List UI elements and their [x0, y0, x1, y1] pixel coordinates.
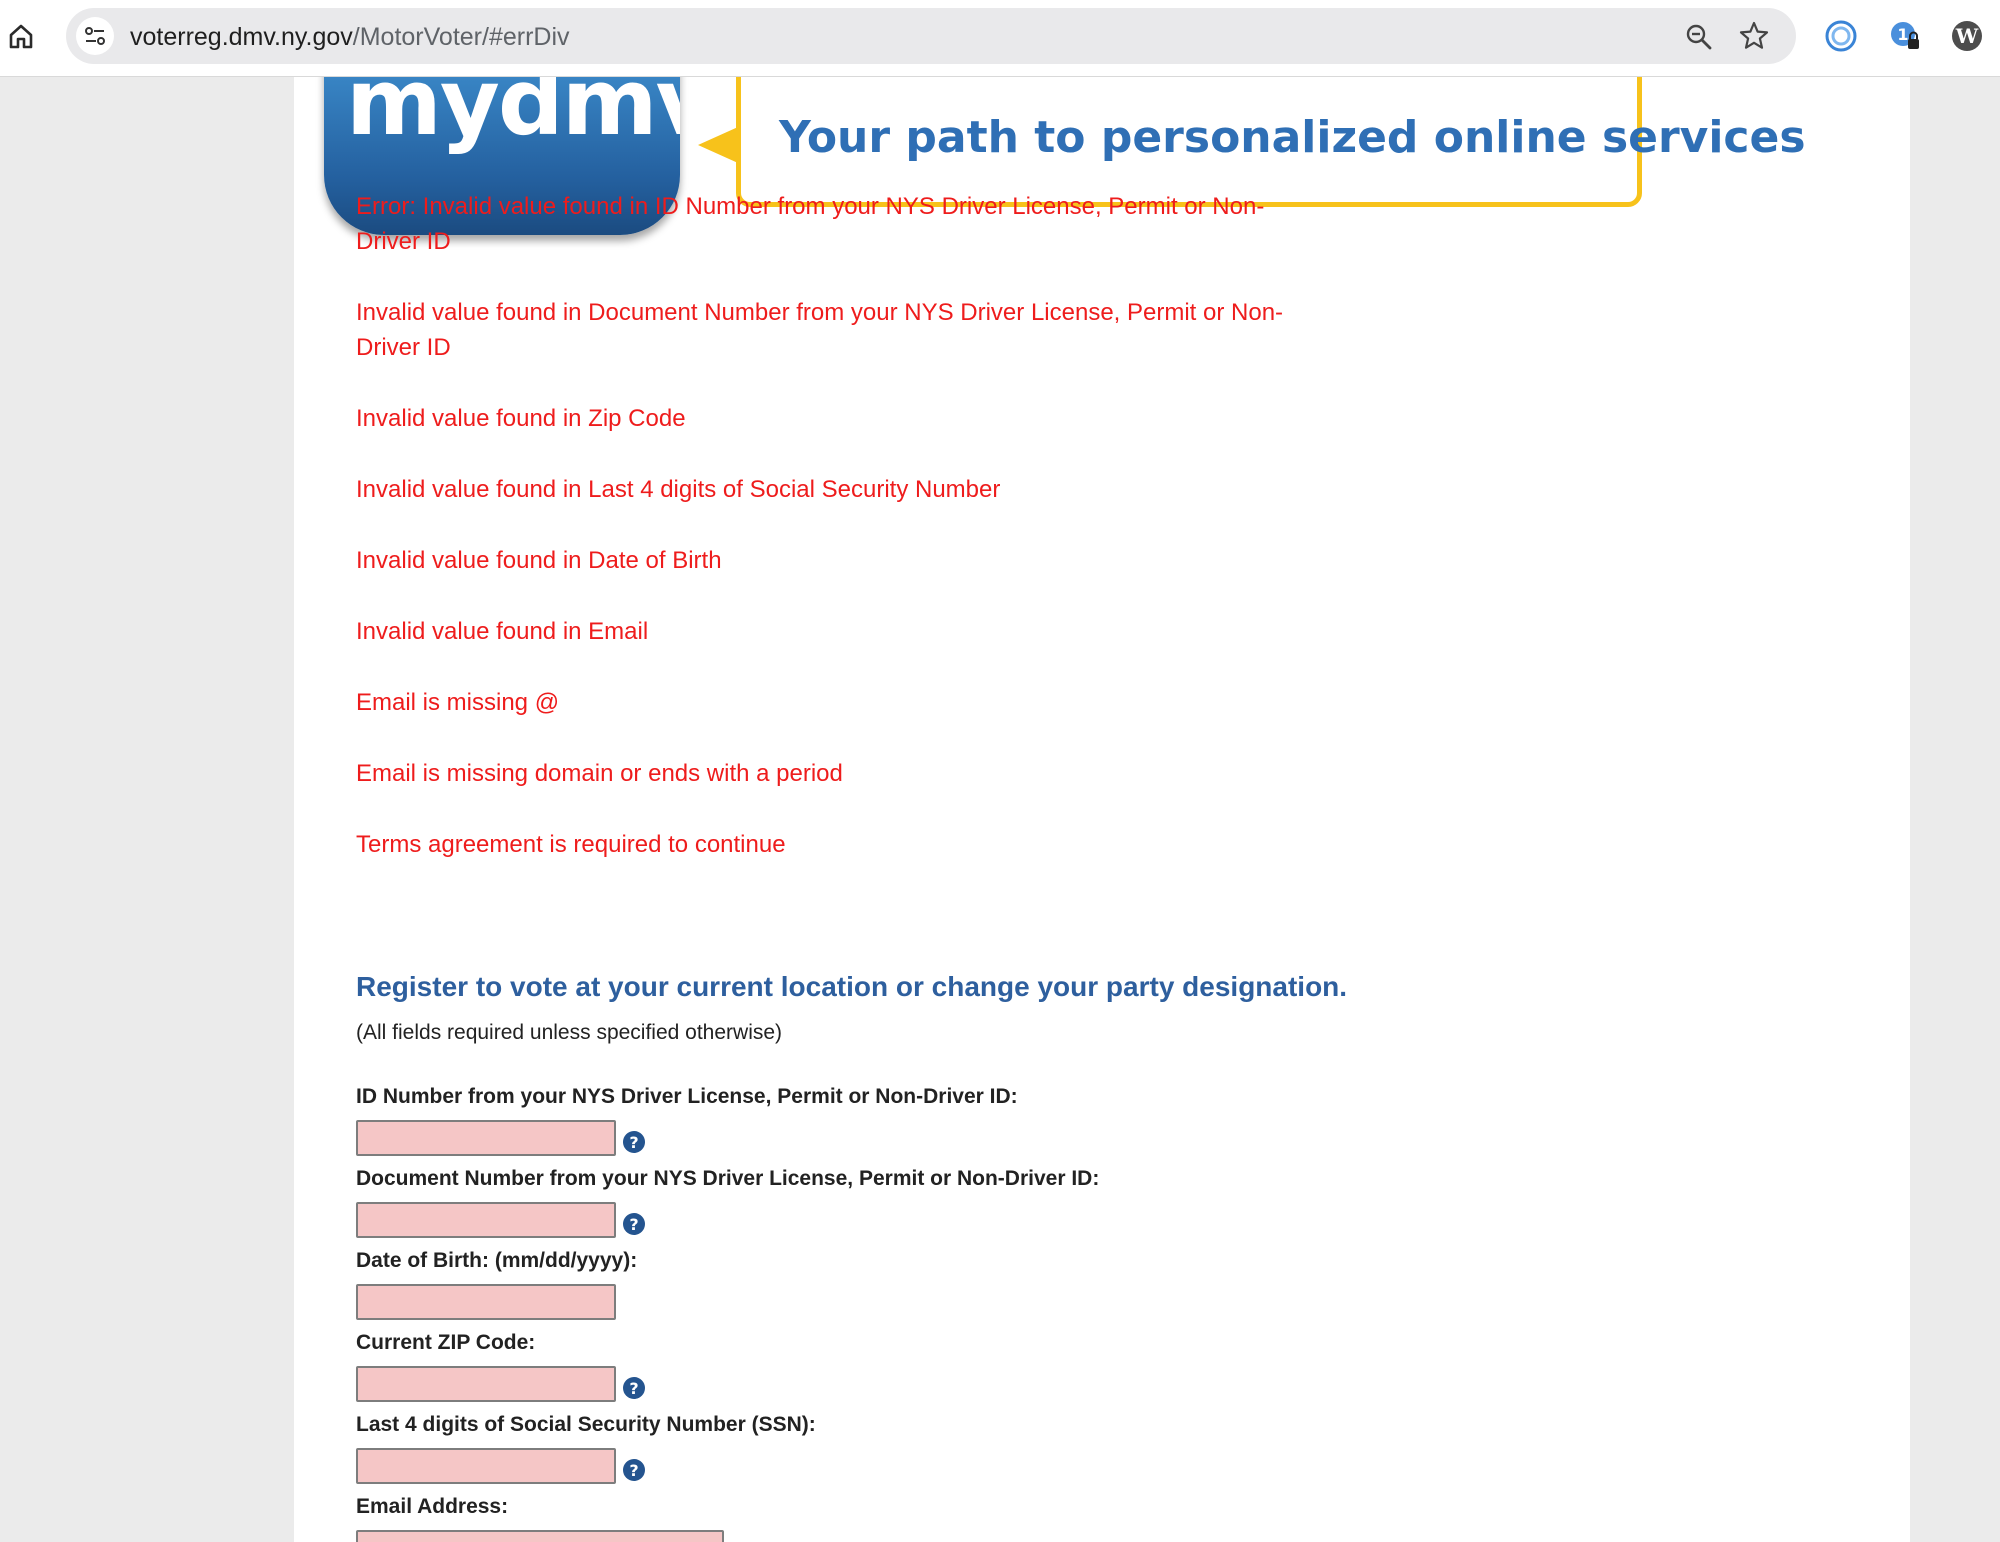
- ssn-label: Last 4 digits of Social Security Number …: [356, 1413, 816, 1436]
- extension-wordpress-icon[interactable]: W: [1950, 19, 1984, 53]
- help-icon[interactable]: ?: [622, 1130, 646, 1154]
- error-list: Error: Invalid value found in ID Number …: [356, 189, 1316, 898]
- svg-text:1: 1: [1897, 25, 1908, 44]
- browser-toolbar: voterreg.dmv.ny.gov/MotorVoter/#errDiv 1: [0, 0, 2000, 77]
- callout-arrow: [698, 127, 738, 163]
- home-icon[interactable]: [6, 20, 36, 52]
- zip-code-label: Current ZIP Code:: [356, 1331, 536, 1354]
- help-icon[interactable]: ?: [622, 1458, 646, 1482]
- error-message: Invalid value found in Date of Birth: [356, 547, 722, 574]
- site-settings-icon[interactable]: [76, 17, 114, 55]
- document-number-input[interactable]: [356, 1202, 616, 1238]
- error-message: Invalid value found in Zip Code: [356, 405, 686, 432]
- url-text[interactable]: voterreg.dmv.ny.gov/MotorVoter/#errDiv: [130, 23, 570, 51]
- document-number-label: Document Number from your NYS Driver Lic…: [356, 1167, 1100, 1190]
- address-bar[interactable]: voterreg.dmv.ny.gov/MotorVoter/#errDiv: [66, 8, 1796, 64]
- help-icon[interactable]: ?: [622, 1376, 646, 1400]
- error-message: Email is missing domain or ends with a p…: [356, 760, 843, 787]
- error-message: Invalid value found in Last 4 digits of …: [356, 476, 1001, 503]
- error-message: Invalid value found in Email: [356, 618, 649, 645]
- error-message: Terms agreement is required to continue: [356, 831, 786, 858]
- svg-text:?: ?: [629, 1215, 638, 1234]
- required-note: (All fields required unless specified ot…: [356, 1021, 783, 1044]
- ssn-input[interactable]: [356, 1448, 616, 1484]
- bookmark-star-icon[interactable]: [1738, 20, 1770, 52]
- tagline: Your path to personalized online service…: [779, 112, 1806, 163]
- date-of-birth-label: Date of Birth: (mm/dd/yyyy):: [356, 1249, 638, 1272]
- logo-text: mydmv: [346, 77, 680, 156]
- extension-password-icon[interactable]: 1: [1888, 19, 1922, 53]
- tagline-callout: Your path to personalized online service…: [736, 77, 1806, 207]
- id-number-input[interactable]: [356, 1120, 616, 1156]
- svg-text:W: W: [1955, 24, 1979, 48]
- svg-text:?: ?: [629, 1379, 638, 1398]
- url-host: voterreg.dmv.ny.gov: [130, 23, 353, 51]
- svg-text:?: ?: [629, 1133, 638, 1152]
- help-icon[interactable]: ?: [622, 1212, 646, 1236]
- date-of-birth-input[interactable]: [356, 1284, 616, 1320]
- error-message: Error: Invalid value found in ID Number …: [356, 193, 1265, 255]
- page-content: mydmv. Your path to personalized online …: [294, 77, 1910, 1542]
- extension-circle-icon[interactable]: [1824, 19, 1858, 53]
- error-message: Email is missing @: [356, 689, 560, 716]
- svg-text:?: ?: [629, 1461, 638, 1480]
- zoom-icon[interactable]: [1684, 22, 1714, 52]
- email-label: Email Address:: [356, 1495, 509, 1518]
- form-title: Register to vote at your current locatio…: [356, 971, 1348, 1002]
- error-message: Invalid value found in Document Number f…: [356, 299, 1284, 361]
- email-input[interactable]: [356, 1530, 724, 1542]
- id-number-label: ID Number from your NYS Driver License, …: [356, 1085, 1018, 1108]
- zip-code-input[interactable]: [356, 1366, 616, 1402]
- url-path: /MotorVoter/#errDiv: [352, 23, 570, 51]
